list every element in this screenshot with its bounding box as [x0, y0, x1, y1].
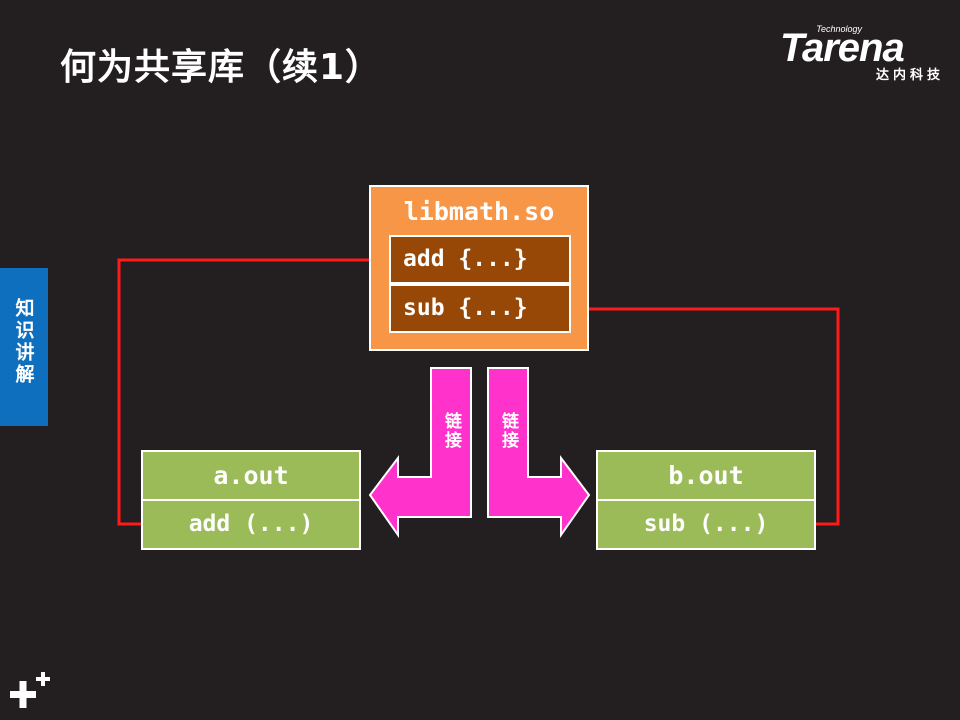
- plus-plus-icon: [10, 672, 50, 708]
- library-box: libmath.so add {...} sub {...}: [369, 185, 589, 351]
- library-function-add: add {...}: [389, 235, 571, 284]
- library-name: libmath.so: [403, 197, 555, 226]
- program-name: a.out: [213, 461, 289, 490]
- link-label-right: 链接: [498, 412, 518, 450]
- program-box-a: a.out add (...): [141, 450, 361, 550]
- program-name: b.out: [668, 461, 744, 490]
- library-function-sub: sub {...}: [389, 284, 571, 333]
- link-label-left: 链接: [441, 412, 461, 450]
- link-arrow-left: [368, 367, 472, 539]
- program-call: sub (...): [643, 511, 769, 537]
- link-arrow-right: [487, 367, 591, 539]
- diagram-connectors: [117, 255, 840, 539]
- program-box-b: b.out sub (...): [596, 450, 816, 550]
- program-call: add (...): [188, 511, 314, 537]
